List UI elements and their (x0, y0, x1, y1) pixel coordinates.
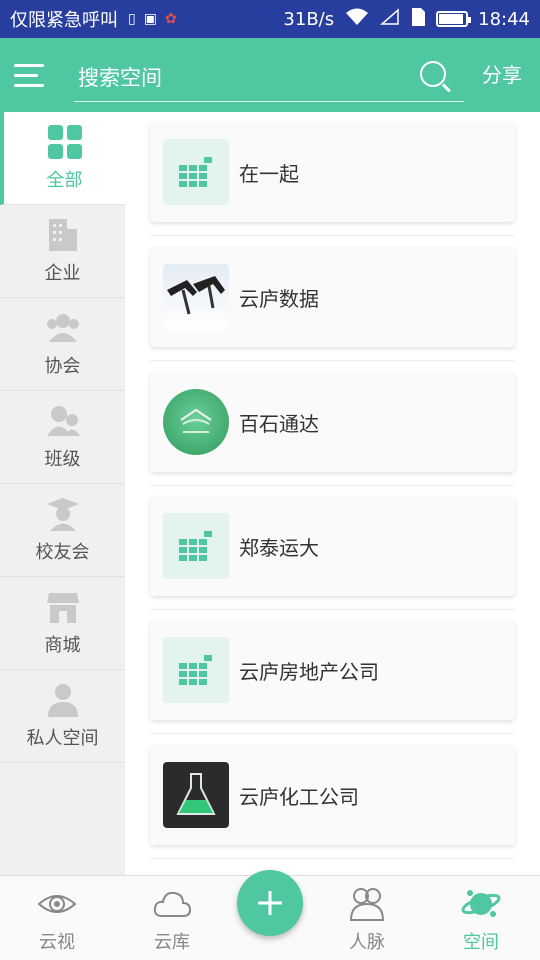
default-space-icon (163, 513, 229, 579)
sim-card-icon (410, 7, 426, 32)
default-space-icon (163, 637, 229, 703)
image-icon: ▣ (143, 11, 157, 27)
divider (150, 858, 515, 859)
signal-icon (380, 7, 400, 31)
status-bar: 仅限紧急呼叫 ▯ ▣ ✿ 31B/s 18:44 (0, 0, 540, 38)
sim-icon: ▯ (128, 11, 136, 27)
divider (150, 360, 515, 361)
space-name: 在一起 (239, 161, 299, 186)
divider (150, 235, 515, 236)
nav-item-renmai[interactable]: 人脉 (313, 876, 421, 960)
net-speed: 31B/s (283, 8, 335, 30)
roof-logo (163, 264, 229, 330)
sidebar-item-alumni[interactable]: 校友会 (0, 484, 125, 577)
list-item[interactable]: 云庐化工公司 (150, 745, 515, 845)
search-icon[interactable] (416, 57, 456, 97)
flask-logo (163, 762, 229, 828)
group-icon (46, 314, 79, 342)
space-name: 云庐数据 (239, 286, 319, 311)
divider (150, 609, 515, 610)
huawei-icon: ✿ (164, 11, 177, 27)
eye-icon (37, 894, 77, 913)
nav-item-yunku[interactable]: 云库 (118, 876, 226, 960)
list-item[interactable]: 云庐数据 (150, 247, 515, 347)
person-icon (47, 684, 78, 717)
space-list: 在一起 云庐数据 百石通达 郑泰运大 云庐房地产公司 云庐化工公司 (125, 112, 540, 875)
default-space-icon (163, 139, 229, 205)
search-bar[interactable]: 搜索空间 (74, 52, 464, 102)
graduate-icon (46, 498, 79, 531)
contacts-icon (349, 887, 385, 921)
wifi-icon (344, 7, 370, 32)
green-circle-logo (163, 389, 229, 455)
sidebar-item-label: 企业 (44, 263, 81, 284)
share-button[interactable]: 分享 (482, 38, 522, 112)
space-name: 云庐房地产公司 (239, 659, 379, 684)
nav-label: 人脉 (349, 931, 385, 953)
sidebar-item-label: 协会 (44, 356, 81, 377)
building-icon (48, 219, 77, 251)
sidebar-item-enterprise[interactable]: 企业 (0, 205, 125, 298)
sidebar-item-association[interactable]: 协会 (0, 298, 125, 391)
search-input[interactable]: 搜索空间 (74, 62, 416, 92)
nav-item-space[interactable]: 空间 (427, 876, 535, 960)
space-name: 百石通达 (239, 411, 319, 436)
space-name: 云庐化工公司 (239, 784, 359, 809)
list-item[interactable]: 百石通达 (150, 372, 515, 472)
shop-icon (46, 593, 79, 623)
sidebar-item-label: 私人空间 (26, 728, 99, 749)
planet-icon (461, 889, 501, 917)
sidebar-item-private[interactable]: 私人空间 (0, 670, 125, 763)
list-item[interactable]: 郑泰运大 (150, 496, 515, 596)
space-name: 郑泰运大 (239, 535, 319, 560)
divider (150, 485, 515, 486)
nav-label: 云视 (39, 931, 75, 953)
sidebar-item-label: 班级 (44, 449, 81, 470)
sidebar-item-label: 商城 (44, 635, 81, 656)
list-item[interactable]: 在一起 (150, 122, 515, 222)
sidebar-item-mall[interactable]: 商城 (0, 577, 125, 670)
nav-label: 云库 (154, 931, 190, 953)
list-item[interactable]: 云庐房地产公司 (150, 620, 515, 720)
plus-icon (258, 891, 282, 915)
clock: 18:44 (478, 8, 530, 30)
menu-icon[interactable] (14, 55, 54, 95)
sidebar-item-all[interactable]: 全部 (0, 112, 125, 205)
cloud-icon (153, 891, 192, 917)
add-button[interactable] (237, 870, 303, 936)
sidebar-item-label: 全部 (46, 170, 83, 191)
grid-icon (47, 125, 82, 159)
category-sidebar: 全部 企业 协会 班级 校友会 商城 私人空间 (0, 112, 125, 875)
nav-label: 空间 (463, 931, 499, 953)
carrier-label: 仅限紧急呼叫 (10, 10, 118, 31)
nav-item-yunshi[interactable]: 云视 (3, 876, 111, 960)
divider (150, 733, 515, 734)
app-header: 搜索空间 分享 (0, 38, 540, 112)
class-icon (46, 406, 80, 436)
sidebar-item-class[interactable]: 班级 (0, 391, 125, 484)
battery-icon (436, 11, 472, 27)
sidebar-item-label: 校友会 (35, 542, 90, 563)
